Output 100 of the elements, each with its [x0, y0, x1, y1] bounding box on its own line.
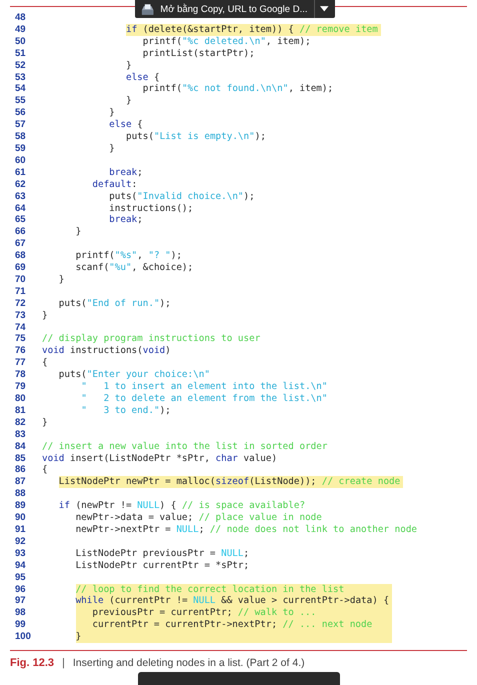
line-number: 93 — [15, 548, 26, 560]
code-line: } — [76, 226, 82, 238]
line-number: 53 — [15, 72, 26, 84]
code-line: void instructions(void) — [42, 345, 171, 358]
code-line: printf("%c deleted.\n", item); — [142, 36, 311, 48]
caption-separator: | — [62, 657, 65, 670]
code-line: printf("%c not found.\n\n", item); — [142, 83, 334, 96]
code-line: while (currentPtr != NULL && value > currentPtr->data) { — [76, 595, 390, 608]
line-number: 70 — [15, 274, 26, 286]
code-line: else { — [126, 72, 160, 84]
line-number: 81 — [15, 404, 26, 417]
code-line: void insert(ListNodePtr *sPtr, char value) — [42, 452, 278, 464]
code-line: else { — [109, 119, 143, 132]
line-number: 86 — [15, 464, 26, 476]
code-line: newPtr->nextPtr = NULL; // node does not link to another node — [76, 524, 418, 536]
line-number: 80 — [15, 393, 26, 405]
code-line: " 2 to delete an element from the list.\n" — [81, 393, 328, 405]
line-number: 67 — [15, 238, 26, 250]
code-line: default: — [92, 178, 138, 191]
line-number: 89 — [15, 500, 26, 512]
line-number: 72 — [15, 298, 26, 310]
line-number: 92 — [15, 536, 26, 548]
code-line: ListNodePtr currentPtr = *sPtr; — [76, 560, 250, 572]
line-number: 68 — [15, 250, 26, 262]
line-number: 87 — [15, 476, 26, 488]
code-line: } — [42, 310, 48, 322]
code-line: puts("End of run."); — [58, 298, 171, 310]
line-number: 54 — [15, 83, 26, 96]
code-line: puts("Enter your choice:\n" — [58, 369, 210, 382]
code-line: // insert a new value into the list in sorted order — [42, 440, 328, 453]
line-number: 99 — [15, 619, 26, 632]
line-number: 76 — [15, 345, 26, 358]
code-line: ListNodePtr newPtr = malloc(sizeof(ListNode)); // create node — [58, 476, 400, 488]
line-number: 77 — [15, 357, 26, 370]
line-number: 85 — [15, 452, 26, 464]
line-number: 61 — [15, 166, 26, 179]
drive-icon — [141, 2, 154, 16]
line-number: 90 — [15, 512, 26, 524]
code-line: { — [42, 357, 48, 370]
code-line: if (delete(&startPtr, item)) { // remove item — [126, 24, 378, 36]
code-line: // display program instructions to user — [42, 333, 260, 346]
line-number: 100 — [15, 631, 31, 644]
line-number: 64 — [15, 202, 26, 214]
code-line: } — [126, 95, 132, 108]
line-number: 50 — [15, 36, 26, 48]
line-number: 83 — [15, 428, 26, 441]
code-line: { — [42, 464, 48, 476]
line-number: 79 — [15, 381, 26, 393]
line-number: 51 — [15, 48, 26, 60]
line-number: 57 — [15, 119, 26, 132]
code-line: } — [126, 60, 132, 72]
line-number: 95 — [15, 572, 26, 584]
line-number: 69 — [15, 262, 26, 274]
code-line: printf("%s", "? "); — [76, 250, 182, 262]
line-number: 56 — [15, 107, 26, 120]
line-number: 55 — [15, 95, 26, 108]
line-number: 65 — [15, 214, 26, 226]
figure-label: Fig. 12.3 — [10, 657, 54, 670]
line-number: 91 — [15, 524, 26, 536]
code-line: } — [109, 107, 115, 120]
code-line: break; — [109, 214, 143, 226]
line-number: 66 — [15, 226, 26, 238]
open-with-toolbar[interactable]: Mở bằng Copy, URL to Google D... — [135, 0, 335, 18]
code-line: ListNodePtr previousPtr = NULL; — [76, 548, 250, 560]
code-line: puts("List is empty.\n"); — [126, 131, 266, 143]
code-line: instructions(); — [109, 202, 194, 214]
figure-caption: Inserting and deleting nodes in a list. (Part 2 of 4.) — [72, 657, 305, 670]
line-number: 96 — [15, 584, 26, 596]
code-line: if (newPtr != NULL) { // is space available? — [58, 500, 306, 512]
code-line: puts("Invalid choice.\n"); — [109, 190, 255, 203]
line-number: 58 — [15, 131, 26, 143]
line-number: 94 — [15, 560, 26, 572]
code-line: } — [58, 274, 64, 286]
code-line: printList(startPtr); — [142, 48, 255, 60]
line-number: 74 — [15, 322, 26, 334]
line-number: 82 — [15, 416, 26, 429]
code-line: scanf("%u", &choice); — [76, 262, 194, 274]
line-number: 73 — [15, 310, 26, 322]
line-number: 88 — [15, 488, 26, 500]
code-line: break; — [109, 166, 143, 179]
line-number: 98 — [15, 607, 26, 620]
code-line: " 3 to end."); — [81, 404, 171, 417]
code-line: } — [76, 631, 82, 644]
line-number: 97 — [15, 595, 26, 608]
code-line: } — [42, 416, 48, 429]
line-number: 62 — [15, 178, 26, 191]
line-number: 60 — [15, 154, 26, 167]
line-number: 48 — [15, 12, 26, 24]
line-number: 59 — [15, 142, 26, 155]
code-line: newPtr->data = value; // place value in node — [76, 512, 322, 524]
code-line: " 1 to insert an element into the list.\n" — [81, 381, 328, 394]
line-number: 84 — [15, 440, 26, 453]
open-with-label: Mở bằng Copy, URL to Google D... — [160, 4, 308, 14]
line-number: 71 — [15, 286, 26, 298]
code-line: } — [109, 142, 115, 155]
line-number: 52 — [15, 60, 26, 72]
code-line: currentPtr = currentPtr->nextPtr; // ... next node — [92, 619, 372, 632]
line-number: 75 — [15, 333, 26, 346]
line-number: 78 — [15, 369, 26, 382]
line-number: 49 — [15, 24, 26, 36]
